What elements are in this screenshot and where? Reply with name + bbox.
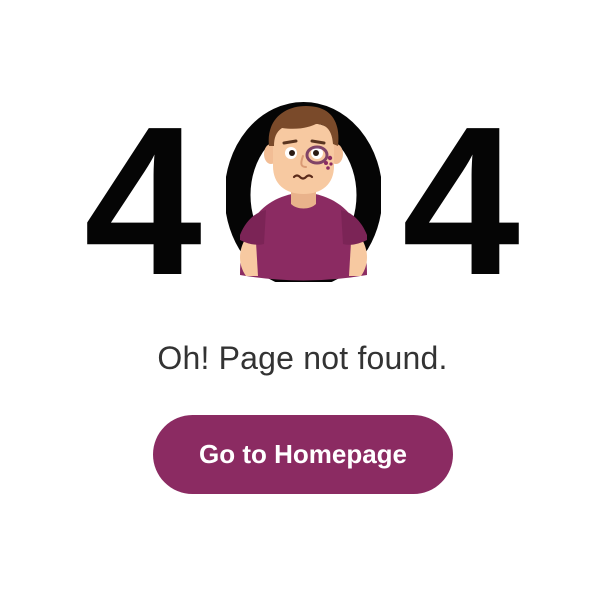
sad-person-avatar-icon xyxy=(226,102,381,282)
error-digit-left: 4 xyxy=(84,82,202,319)
not-found-message: Oh! Page not found. xyxy=(157,340,448,376)
error-digit-right: 4 xyxy=(402,82,520,319)
go-to-homepage-button[interactable]: Go to Homepage xyxy=(153,415,453,494)
not-found-page: 4 4 Oh! Page not found. Go to Homepage xyxy=(0,0,605,598)
error-code-404: 4 4 xyxy=(0,0,605,307)
